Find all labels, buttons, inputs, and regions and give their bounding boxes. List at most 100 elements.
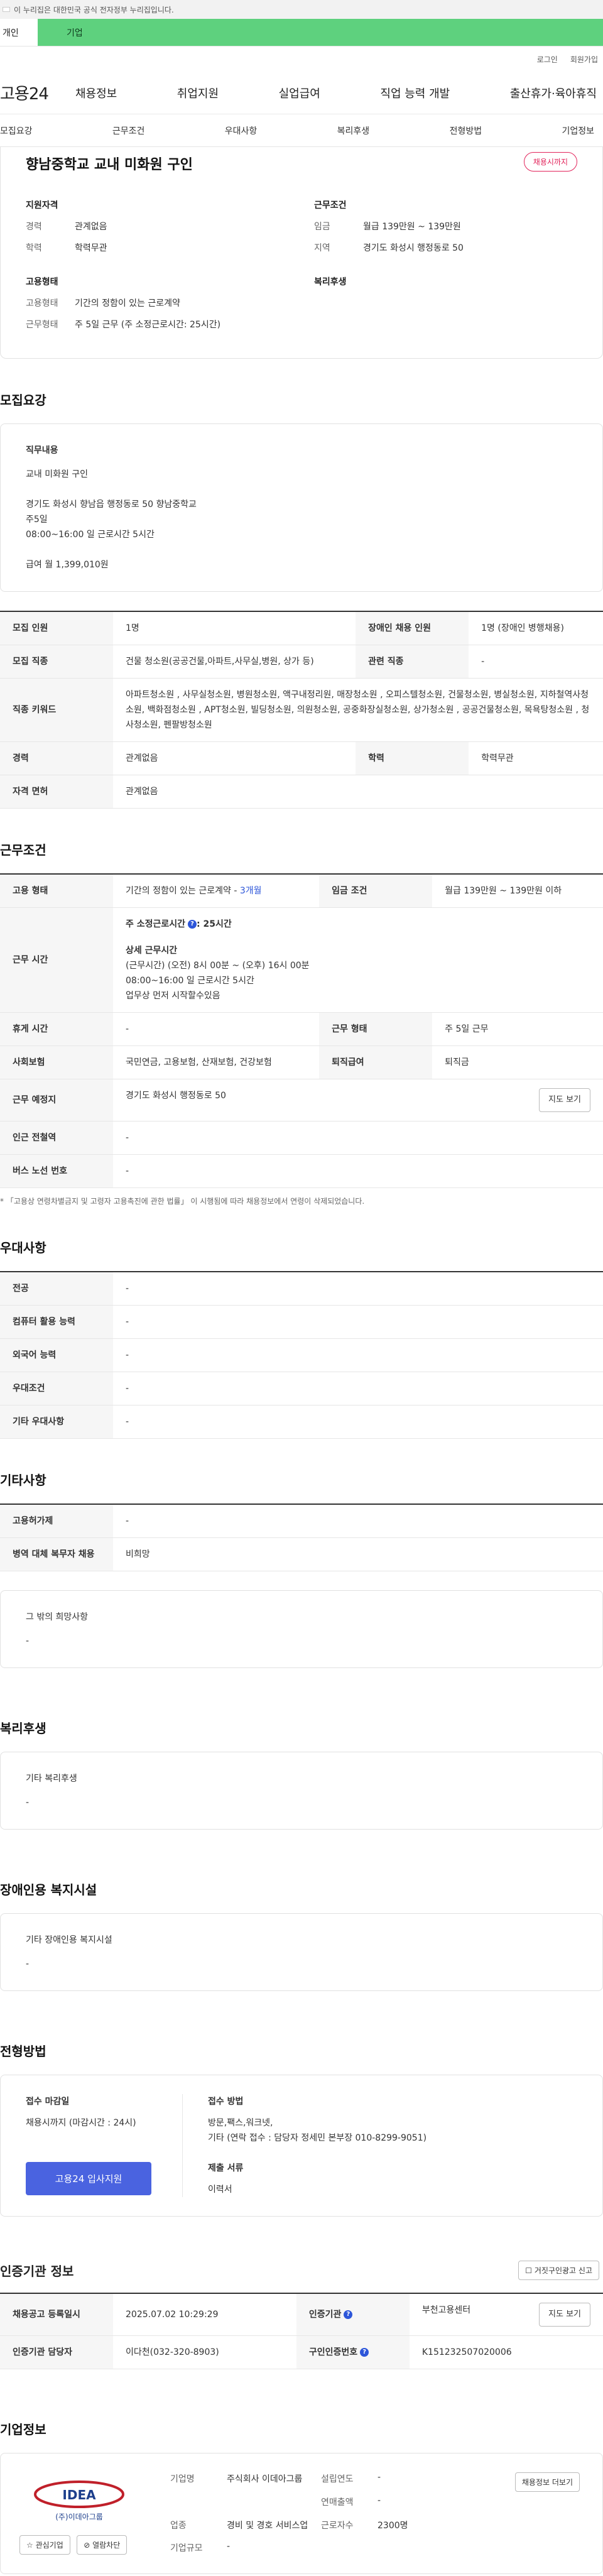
tab-welfare[interactable]: 복리후생 xyxy=(337,124,370,137)
section-etc-title: 기타사항 xyxy=(0,1473,46,1488)
table-row: 채용공고 등록일시 2025.07.02 10:29:29 인증기관? 부천고용… xyxy=(0,2293,603,2336)
welfare-summary-title: 복리후생 xyxy=(314,277,347,287)
row-value: 이다천(032-320-8903) xyxy=(113,2335,296,2369)
gnb-item-employment-support[interactable]: 취업지원 xyxy=(177,85,219,101)
row-value: 국민연금, 고용보험, 산재보험, 건강보험 xyxy=(113,1045,320,1079)
duty-line: 교내 미화원 구인 xyxy=(26,469,89,479)
duty-line: 급여 월 1,399,010원 xyxy=(26,560,109,570)
time-total-value: : 25시간 xyxy=(197,919,232,929)
size-label: 기업규모 xyxy=(170,2543,203,2554)
welfare-title: 기타 복리후생 xyxy=(26,1774,77,1784)
user-type-tabs: 개인 기업 xyxy=(0,19,603,46)
report-button[interactable]: ☐ 거짓구인광고 신고 xyxy=(518,2261,599,2280)
tab-personal[interactable]: 개인 xyxy=(0,19,38,46)
info-icon[interactable]: ? xyxy=(188,920,197,929)
site-logo[interactable]: 고용24 xyxy=(0,81,75,104)
info-icon[interactable]: ? xyxy=(344,2310,353,2319)
row-value: - xyxy=(113,1405,603,1439)
tab-company[interactable]: 기업정보 xyxy=(562,124,594,137)
no-label: 구인인증번호 xyxy=(308,2347,358,2357)
region-value: 경기도 화성시 행정동로 50 xyxy=(363,243,464,253)
disabled-value: - xyxy=(26,1959,30,1969)
tab-selection[interactable]: 전형방법 xyxy=(450,124,482,137)
row-label: 임금 조건 xyxy=(319,874,433,908)
block-view-button[interactable]: ⊘ 열람차단 xyxy=(77,2535,128,2555)
disabled-title: 기타 장애인용 복지시설 xyxy=(26,1935,112,1945)
job-title: 향남중학교 교내 미화원 구인 xyxy=(26,157,193,173)
est-value: - xyxy=(378,2472,381,2482)
welfare-value: - xyxy=(26,1798,30,1808)
gnb-item-parental-leave[interactable]: 출산휴가·육아휴직 xyxy=(510,85,597,101)
section-tabs: 모집요강 근무조건 우대사항 복리후생 전형방법 기업정보 xyxy=(0,114,603,147)
page-root: 이 누리집은 대한민국 공식 전자정부 누리집입니다. 개인 기업 로그인 회원… xyxy=(0,0,603,2574)
table-row: 사회보험 국민연금, 고용보험, 산재보험, 건강보험 퇴직급여 퇴직금 xyxy=(0,1045,603,1079)
row-value: 관계없음 xyxy=(113,775,603,809)
row-label: 근무 형태 xyxy=(319,1012,433,1046)
est-label: 설립연도 xyxy=(321,2474,354,2484)
row-label: 퇴직급여 xyxy=(319,1045,433,1079)
apply-box: 접수 마감일 채용시까지 (마감시간 : 24시) 고용24 입사지원 접수 방… xyxy=(0,2075,603,2217)
row-value: K151232507020006 xyxy=(409,2335,603,2369)
report-label: 거짓구인광고 신고 xyxy=(534,2266,592,2275)
map-button[interactable]: 지도 보기 xyxy=(539,1088,590,1112)
industry-label: 업종 xyxy=(170,2520,187,2531)
info-icon[interactable]: ? xyxy=(360,2348,369,2357)
time-total-label: 주 소정근로시간 xyxy=(126,919,186,929)
worktype-value: 주 5일 근무 (주 소정근로시간: 25시간) xyxy=(75,320,221,330)
table-row: 버스 노선 번호 - xyxy=(0,1154,603,1188)
tab-conditions[interactable]: 근무조건 xyxy=(112,124,145,137)
recruit-table: 모집 인원 1명 장애인 채용 인원 1명 (장애인 병행채용) 모집 직종 건… xyxy=(0,611,603,809)
row-value: 월급 139만원 ~ 139만원 이하 xyxy=(432,874,603,908)
gov-notice: 이 누리집은 대한민국 공식 전자정부 누리집입니다. xyxy=(14,5,174,14)
duty-box: 직무내용 교내 미화원 구인 경기도 화성시 향남읍 행정동로 50 향남중학교… xyxy=(0,423,603,592)
flag-icon xyxy=(3,7,10,12)
tab-recruit[interactable]: 모집요강 xyxy=(0,124,33,137)
table-row: 모집 인원 1명 장애인 채용 인원 1명 (장애인 병행채용) xyxy=(0,611,603,645)
login-link[interactable]: 로그인 xyxy=(537,54,558,65)
tab-company[interactable]: 기업 xyxy=(38,19,603,46)
company-logo-icon: IDEA (주)이데아그룹 xyxy=(34,2480,124,2521)
row-label: 버스 노선 번호 xyxy=(0,1154,113,1188)
row-label: 모집 인원 xyxy=(0,611,113,645)
row-value: - xyxy=(469,645,603,679)
table-row: 인증기관 담당자 이다천(032-320-8903) 구인인증번호? K1512… xyxy=(0,2335,603,2369)
block-label: 열람차단 xyxy=(92,2541,121,2550)
section-apply-title: 전형방법 xyxy=(0,2044,46,2059)
time-detail-line: (근무시간) (오전) 8시 00분 ~ (오후) 16시 00분 xyxy=(126,961,310,971)
join-link[interactable]: 회원가입 xyxy=(570,54,598,65)
employees-value: 2300명 xyxy=(378,2520,408,2531)
map-button[interactable]: 지도 보기 xyxy=(539,2303,590,2327)
row-value: 퇴직금 xyxy=(432,1045,603,1079)
row-value: - xyxy=(113,1504,603,1538)
disabled-box: 기타 장애인용 복지시설 - xyxy=(0,1913,603,1991)
deadline-value: 채용시까지 (마감시간 : 24시) xyxy=(26,2118,136,2128)
row-value: 기간의 정함이 있는 근로계약 - 3개월 xyxy=(113,874,320,908)
worktype-label: 근무형태 xyxy=(26,320,58,330)
more-jobs-button[interactable]: 채용정보 더보기 xyxy=(514,2472,580,2492)
row-value: 1명 (장애인 병행채용) xyxy=(469,611,603,645)
other-wish-title: 그 밖의 희망사항 xyxy=(26,1612,89,1622)
etc-table: 고용허가제 - 병역 대체 복무자 채용 비희망 xyxy=(0,1504,603,1571)
tab-preferences[interactable]: 우대사항 xyxy=(225,124,258,137)
apply-button[interactable]: 고용24 입사지원 xyxy=(26,2162,151,2195)
deadline-title: 접수 마감일 xyxy=(26,2097,70,2107)
gnb-item-jobs[interactable]: 채용정보 xyxy=(75,85,117,101)
row-value: - xyxy=(113,1338,603,1372)
gnb-item-unemployment-benefit[interactable]: 실업급여 xyxy=(279,85,320,101)
edu-label: 학력 xyxy=(26,243,42,253)
favorite-company-button[interactable]: ☆ 관심기업 xyxy=(19,2535,70,2555)
table-row: 근무 시간 주 소정근로시간?: 25시간 상세 근무시간 (근무시간) (오전… xyxy=(0,907,603,1013)
place-value: 경기도 화성시 행정동로 50 xyxy=(126,1091,226,1101)
region-label: 지역 xyxy=(314,243,330,253)
row-value: - xyxy=(113,1272,603,1306)
row-value: 부천고용센터 지도 보기 xyxy=(409,2293,603,2336)
time-detail-line: 08:00~16:00 일 근로시간 5시간 xyxy=(126,976,254,986)
employees-label: 근로자수 xyxy=(321,2520,354,2531)
pref-table: 전공 - 컴퓨터 활용 능력 - 외국어 능력 - 우대조건 - 기타 우대사항 - xyxy=(0,1271,603,1439)
table-row: 고용허가제 - xyxy=(0,1504,603,1538)
gnb-item-vocational-training[interactable]: 직업 능력 개발 xyxy=(380,85,450,101)
career-value: 관계없음 xyxy=(75,222,107,232)
company-logo: IDEA (주)이데아그룹 xyxy=(19,2472,139,2529)
row-label: 휴게 시간 xyxy=(0,1012,113,1046)
qualification-block: 지원자격 경력 관계없음 학력 학력무관 xyxy=(26,199,289,263)
